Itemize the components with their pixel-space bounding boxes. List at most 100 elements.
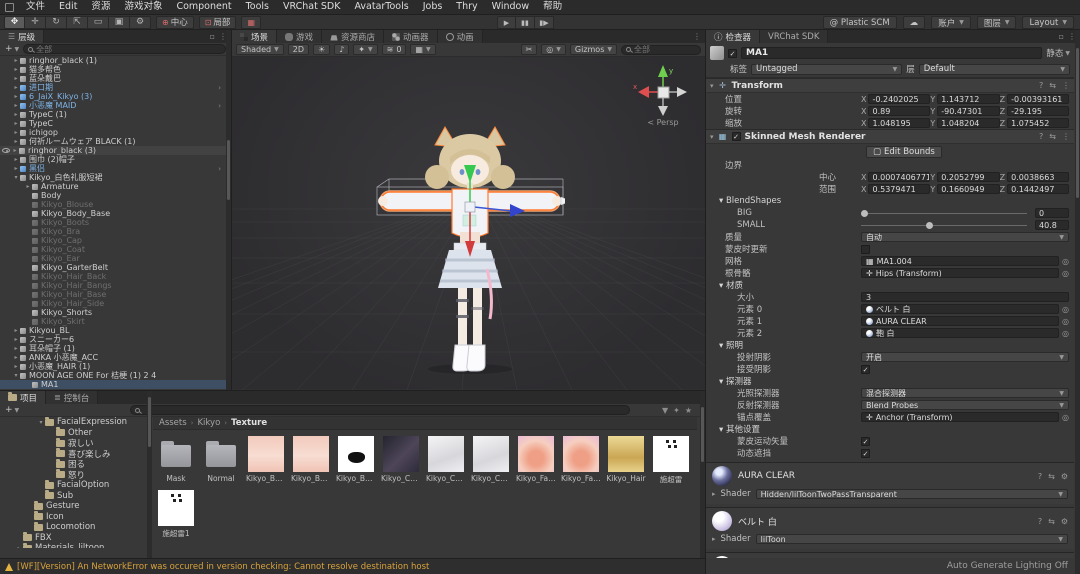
object-picker-icon[interactable]: ◎ <box>1062 257 1069 266</box>
vector-field[interactable]: 1.048195 <box>868 118 931 128</box>
hierarchy-item[interactable]: Kikyo_Skirt <box>0 317 226 326</box>
hierarchy-item[interactable]: ▸ TypeC <box>0 119 226 128</box>
shading-mode-dropdown[interactable]: Shaded ▼ <box>236 44 284 55</box>
material-block[interactable]: ベルト 白? ⇆ ⚙ ▸ Shader lilToon ▼ <box>706 507 1074 549</box>
checkbox[interactable]: ✓ <box>861 436 870 446</box>
vector-field[interactable]: -90.47301 <box>937 106 1000 116</box>
hierarchy-item[interactable]: Kikyo_Boots <box>0 218 226 227</box>
menu-icon[interactable]: ⋮ <box>693 32 701 41</box>
foldout-row[interactable]: ▾ BlendShapes <box>706 195 1074 207</box>
breadcrumb-item[interactable]: Kikyo <box>197 418 220 428</box>
scene-search-input[interactable]: 全部 <box>621 44 701 55</box>
project-folder-item[interactable]: Sub <box>0 490 151 502</box>
hierarchy-item[interactable]: Kikyo_Ear <box>0 254 226 263</box>
material-block[interactable]: 鞄 白?⇆⚙▸ShaderlilToon▼ <box>706 552 1074 558</box>
asset-item[interactable]: Kikyo_Cost... <box>426 436 466 485</box>
edit-bounds-button[interactable]: ▢ Edit Bounds <box>866 145 942 158</box>
project-folder-item[interactable]: Icon <box>0 511 151 523</box>
tab-animator[interactable]: 动画器 <box>384 30 438 43</box>
text-field[interactable]: 3 <box>861 292 1069 302</box>
object-field[interactable]: ✛ Anchor (Transform) <box>861 412 1060 422</box>
checkbox[interactable]: ✓ <box>861 448 870 458</box>
hidden-objects-button[interactable]: ≋ 0 <box>381 44 407 55</box>
hierarchy-item[interactable]: Kikyo_Bra <box>0 227 226 236</box>
hierarchy-item[interactable]: Kikyo_Shorts <box>0 308 226 317</box>
prefab-nav-icon[interactable]: › <box>218 165 224 173</box>
help-icon[interactable]: ? <box>1039 132 1043 141</box>
object-picker-icon[interactable]: ◎ <box>1062 329 1069 338</box>
help-icon[interactable]: ? <box>1038 517 1042 526</box>
expander-icon[interactable]: ▸ <box>12 336 20 343</box>
context-menu-icon[interactable]: ⋮ <box>1062 81 1070 90</box>
object-name-field[interactable]: MA1 <box>741 47 1043 59</box>
expander-icon[interactable]: ▸ <box>12 165 20 172</box>
tab-project[interactable]: 项目 <box>0 391 47 404</box>
object-field[interactable]: ✛ Hips (Transform) <box>861 268 1060 278</box>
project-folder-item[interactable]: FacialOption <box>0 479 151 491</box>
expander-icon[interactable]: ▸ <box>24 183 32 190</box>
shader-dropdown[interactable]: Hidden/lilToonTwoPassTransparent ▼ <box>755 489 1068 499</box>
snap-button[interactable]: ▦ <box>241 15 261 29</box>
hand-tool[interactable]: ✥ <box>4 15 25 29</box>
hierarchy-item[interactable]: Kikyo_GarterBelt <box>0 263 226 272</box>
expander-icon[interactable]: ▸ <box>12 129 20 136</box>
vector-field[interactable]: 0.89 <box>868 106 931 116</box>
tab-hierarchy[interactable]: ☰ 层级 <box>0 30 45 43</box>
menu-item[interactable]: Component <box>169 0 238 14</box>
hierarchy-search-input[interactable]: 全部 <box>23 44 226 54</box>
expander-icon[interactable]: ▸ <box>12 93 20 100</box>
slider[interactable] <box>861 221 1027 229</box>
expander-icon[interactable]: ▸ <box>12 345 20 352</box>
breadcrumb-item-current[interactable]: Texture <box>231 418 267 428</box>
gear-icon[interactable]: ⚙ <box>1061 472 1068 481</box>
space-toggle-button[interactable]: ⊡ 局部 <box>198 15 237 29</box>
tab-console[interactable]: ≣ 控制台 <box>46 391 99 404</box>
expander-icon[interactable]: ▾ <box>12 372 20 379</box>
hierarchy-item[interactable]: ▸ TypeC (1) <box>0 110 226 119</box>
hierarchy-item[interactable]: Body <box>0 191 226 200</box>
layers-dropdown[interactable]: 图层 ▼ <box>976 16 1017 29</box>
tab-game[interactable]: 游戏 <box>277 30 323 43</box>
hierarchy-item[interactable]: ▾ MOON AGE ONE For 桔梗 (1) 2 4 <box>0 371 226 380</box>
gear-icon[interactable]: ⚙ <box>1061 517 1068 526</box>
console-warning-text[interactable]: [WF][Version] An NetworkError was occure… <box>17 562 429 572</box>
favorites-icon[interactable]: ★ <box>685 406 692 415</box>
hierarchy-item[interactable]: Kikyo_Cap <box>0 236 226 245</box>
audio-toggle-button[interactable]: ♪ <box>334 44 350 55</box>
help-icon[interactable]: ? <box>1038 472 1042 481</box>
foldout-row[interactable]: ▾ 其他设置 <box>706 423 1074 435</box>
lock-icon[interactable]: ▫ <box>210 32 215 41</box>
play-button[interactable]: ▶ <box>497 16 516 29</box>
layer-dropdown[interactable]: Default ▼ <box>918 63 1070 75</box>
scene-viewport[interactable]: y x < Persp <box>232 57 705 390</box>
expander-icon[interactable]: ▸ <box>12 75 20 82</box>
cloud-button[interactable]: ☁ <box>902 16 926 29</box>
expander-icon[interactable]: ▸ <box>12 57 20 64</box>
project-search-input[interactable] <box>130 405 631 415</box>
foldout-row[interactable]: ▾ 照明 <box>706 339 1074 351</box>
foldout-arrow-icon[interactable]: ▾ <box>719 377 726 387</box>
hierarchy-item[interactable]: Kikyo_Hair_Side <box>0 299 226 308</box>
vector-field[interactable]: 0.0038663 <box>1007 172 1069 182</box>
tab-store[interactable]: 资源商店 <box>322 30 385 43</box>
foldout-arrow-icon[interactable]: ▸ <box>712 490 716 498</box>
object-picker-icon[interactable]: ◎ <box>1062 413 1069 422</box>
static-dropdown[interactable]: 静态 ▼ <box>1046 47 1070 59</box>
expander-icon[interactable]: ▸ <box>12 66 20 73</box>
move-tool[interactable]: ✛ <box>25 15 46 29</box>
filter-by-type-icon[interactable]: ▼ <box>662 406 668 415</box>
presets-icon[interactable]: ⇆ <box>1049 132 1056 141</box>
status-bar[interactable]: [WF][Version] An NetworkError was occure… <box>0 558 705 574</box>
hierarchy-item[interactable]: Kikyo_Hair_Bangs <box>0 281 226 290</box>
vector-field[interactable]: 0.5379471 <box>868 184 931 194</box>
orientation-gizmo[interactable]: y x < Persp <box>631 63 695 127</box>
context-menu-icon[interactable]: ⋮ <box>1062 132 1070 141</box>
foldout-arrow-icon[interactable]: ▾ <box>710 82 714 90</box>
asset-item[interactable]: 施超雷1 <box>157 490 195 539</box>
prefab-nav-icon[interactable]: › <box>218 84 224 92</box>
foldout-arrow-icon[interactable]: ▾ <box>719 281 726 291</box>
expander-icon[interactable]: ▸ <box>12 102 20 109</box>
layout-dropdown[interactable]: Layout ▼ <box>1022 16 1074 29</box>
menu-item[interactable]: 帮助 <box>536 0 569 14</box>
project-folder-item[interactable]: FBX <box>0 532 151 544</box>
